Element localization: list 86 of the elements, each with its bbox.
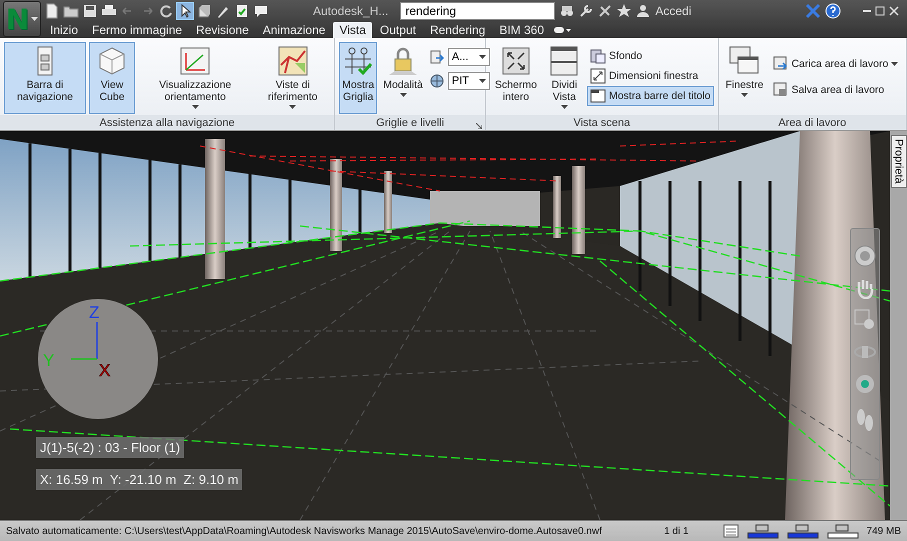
caret-icon bbox=[192, 105, 199, 109]
globe-icon bbox=[428, 73, 445, 89]
wrench-icon bbox=[578, 3, 594, 19]
background-icon bbox=[590, 48, 606, 64]
document-check-icon bbox=[234, 3, 250, 19]
window-title: Autodesk_H... bbox=[313, 4, 388, 18]
caret-icon bbox=[289, 105, 296, 109]
ribbon-tab[interactable]: Output bbox=[374, 22, 422, 38]
caret-icon bbox=[400, 93, 407, 97]
title-bar-icon bbox=[590, 88, 606, 104]
ribbon-button[interactable]: Schermo intero bbox=[490, 42, 542, 114]
memory-usage: 749 MB bbox=[866, 526, 901, 536]
ribbon-button[interactable]: Salva area di lavoro bbox=[769, 80, 902, 100]
axis-label: Y bbox=[43, 351, 54, 370]
star-icon bbox=[616, 3, 632, 19]
maximize-icon bbox=[875, 6, 885, 16]
axes-icon bbox=[71, 322, 98, 360]
caret-icon bbox=[478, 79, 486, 83]
launcher-icon bbox=[476, 123, 482, 129]
properties-tab[interactable]: Proprietà bbox=[890, 135, 906, 188]
ribbon-button[interactable]: View Cube bbox=[88, 42, 136, 114]
binoculars-icon bbox=[559, 3, 576, 19]
dropdown-field[interactable]: PIT bbox=[448, 72, 490, 90]
padlock-icon bbox=[387, 45, 420, 77]
map-icon bbox=[276, 45, 309, 77]
ribbon-button[interactable]: Dimensioni finestra bbox=[586, 66, 714, 86]
sheet-list-icon bbox=[722, 524, 739, 538]
caret-icon bbox=[740, 93, 748, 97]
pointer-icon bbox=[177, 3, 193, 19]
panel-title: Area di lavoro bbox=[718, 115, 906, 130]
ribbon-tab[interactable]: Animazione bbox=[256, 22, 332, 38]
page-indicator: 1 di 1 bbox=[664, 526, 689, 536]
close-icon bbox=[889, 6, 899, 16]
dropdown-field[interactable]: A... bbox=[448, 48, 490, 66]
ribbon-button[interactable]: Viste di riferimento bbox=[255, 42, 330, 114]
caret-icon bbox=[478, 55, 486, 59]
caret-icon bbox=[891, 62, 898, 66]
axis-label: X bbox=[99, 361, 110, 380]
status-message: Salvato automaticamente: C:\Users\test\AppData\Roaming\Autodesk Navisworks Manage 2015\AutoSave\enviro-dome.Autosave0.nwf bbox=[6, 526, 603, 536]
box-icon bbox=[196, 3, 212, 19]
ribbon-tab[interactable]: Vista bbox=[333, 22, 372, 38]
caret-icon bbox=[560, 105, 568, 109]
axes-icon bbox=[179, 45, 212, 77]
zoom-icon bbox=[854, 309, 876, 331]
steering-wheel-icon bbox=[854, 245, 876, 267]
fullscreen-icon bbox=[500, 45, 532, 77]
ribbon-button[interactable]: Finestre bbox=[722, 42, 766, 114]
document-arrow-icon bbox=[428, 49, 445, 65]
save-workspace-icon bbox=[772, 82, 788, 98]
refresh-icon bbox=[158, 3, 174, 19]
ribbon-button[interactable]: Sfondo bbox=[586, 46, 714, 66]
ribbon-tab[interactable]: Inizio bbox=[44, 22, 84, 38]
minimize-icon bbox=[863, 10, 871, 12]
panel-title: Vista scena bbox=[486, 115, 718, 130]
help-icon bbox=[825, 3, 841, 19]
ribbon-button[interactable]: Dividi Vista bbox=[544, 42, 584, 114]
look-icon bbox=[854, 373, 876, 395]
grid-icon bbox=[342, 45, 374, 77]
load-workspace-icon bbox=[772, 56, 788, 72]
speech-bubble-icon bbox=[253, 3, 269, 19]
sign-in-link[interactable]: Accedi bbox=[655, 4, 692, 18]
user-icon bbox=[635, 3, 652, 19]
ribbon-button[interactable]: Mostra barre del titolo bbox=[586, 86, 714, 106]
axis-label: Z bbox=[89, 303, 100, 322]
panel-title: Assistenza alla navigazione bbox=[0, 115, 334, 130]
coordinates-label: X: 16.59 m Y: -21.10 m Z: 9.10 m bbox=[36, 469, 242, 490]
navigation-wheel[interactable] bbox=[38, 299, 158, 419]
resize-icon bbox=[590, 68, 606, 84]
hand-icon bbox=[855, 277, 875, 299]
x-logo-icon bbox=[805, 3, 821, 19]
save-icon bbox=[82, 3, 98, 19]
ribbon-button[interactable]: Mostra Griglia bbox=[339, 42, 378, 114]
split-window-icon bbox=[548, 45, 580, 77]
ribbon-tab[interactable]: Fermo immagine bbox=[86, 22, 188, 38]
ribbon-tab[interactable]: Revisione bbox=[190, 22, 255, 38]
new-file-icon bbox=[44, 3, 60, 19]
search-field[interactable]: rendering bbox=[400, 2, 556, 20]
ribbon-button[interactable]: Barra di navigazione bbox=[4, 42, 86, 114]
ribbon-tab[interactable]: Rendering bbox=[424, 22, 492, 38]
panel-title: Griglie e livelli bbox=[335, 115, 486, 130]
grid-location-label: J(1)-5(-2) : 03 - Floor (1) bbox=[36, 437, 184, 458]
ribbon-tab[interactable]: BIM 360 bbox=[493, 22, 550, 38]
caret-icon bbox=[31, 17, 38, 21]
ribbon-button[interactable]: Modalità bbox=[380, 42, 426, 114]
ribbon-button[interactable]: Visualizzazione orientamento bbox=[138, 42, 252, 114]
ribbon-button[interactable]: Carica area di lavoro bbox=[769, 54, 902, 74]
